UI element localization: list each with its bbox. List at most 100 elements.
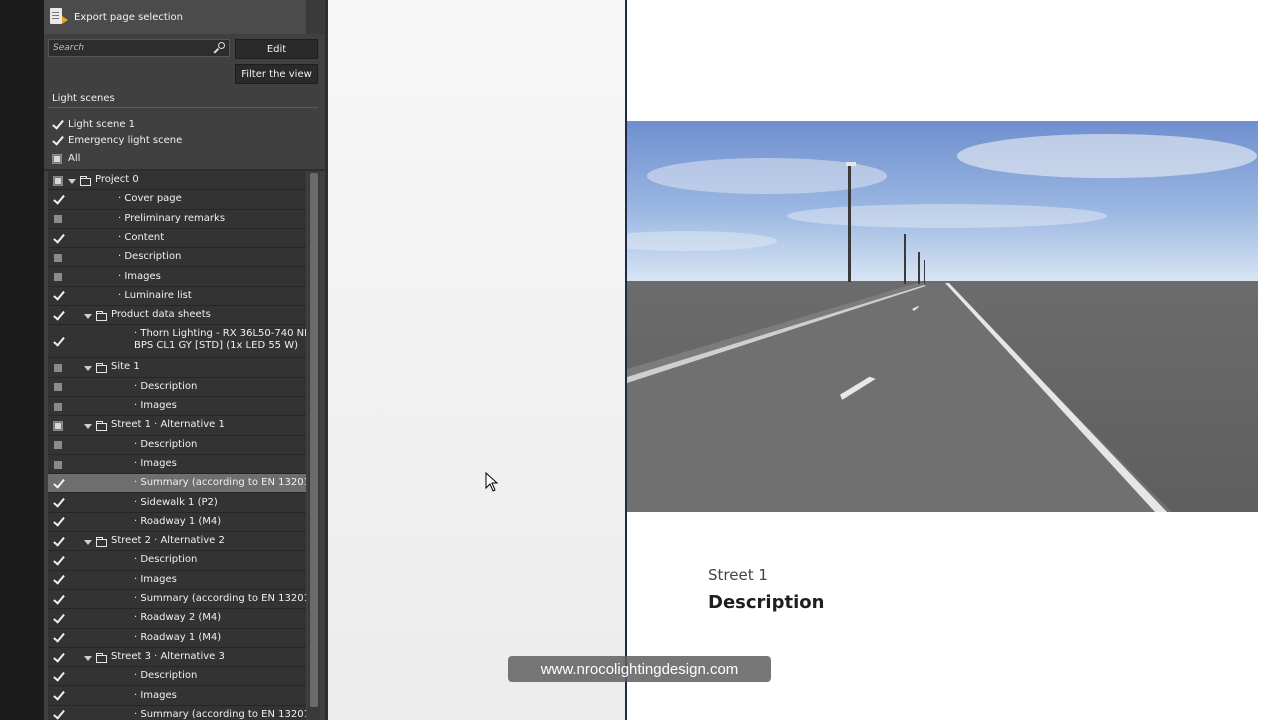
tree-item-row[interactable]: · Roadway 1 (M4) [48,629,306,648]
light-scenes-heading: Light scenes [52,93,115,104]
filter-view-button[interactable]: Filter the view [235,64,318,84]
tree-item-row[interactable]: · Description [48,436,306,455]
tree-item-row[interactable]: · Thorn Lighting - RX 36L50-740 NR BPS C… [48,325,306,359]
checkbox-checked-icon[interactable] [53,234,63,244]
light-scene-item[interactable]: Light scene 1 [52,117,135,132]
tree-item-row[interactable]: · Description [48,378,306,397]
expand-arrow-icon[interactable] [84,366,92,372]
tree-folder-row[interactable]: Project 0 [48,171,306,191]
tree-item-row[interactable]: · Preliminary remarks [48,210,306,229]
tree-item-row[interactable]: · Images [48,687,306,706]
light-scene-item[interactable]: Emergency light scene [52,133,182,148]
tree-item-row[interactable]: · Description [48,248,306,268]
checkbox-checked-icon[interactable] [53,614,63,624]
edit-button[interactable]: Edit [235,39,318,59]
left-dark-strip [0,0,44,720]
expand-arrow-icon[interactable] [84,423,92,429]
checkbox-empty-icon[interactable] [54,383,62,392]
checkbox-checked-icon[interactable] [52,120,62,130]
expand-arrow-icon[interactable] [68,178,76,184]
tree-item-row[interactable]: · Sidewalk 1 (P2) [48,494,306,513]
checkbox-checked-icon[interactable] [53,537,63,547]
checkbox-checked-icon[interactable] [53,517,63,527]
checkbox-checked-icon[interactable] [53,653,63,663]
tree-item-row[interactable]: · Description [48,667,306,687]
checkbox-checked-icon[interactable] [53,291,63,301]
checkbox-checked-icon[interactable] [53,595,63,605]
tree-row-label: · Summary (according to EN 13201:2015) [134,593,306,604]
tree-item-row[interactable]: · Summary (according to EN 13201:2015) [48,706,306,720]
tree-row-label: · Roadway 1 (M4) [134,515,222,527]
search-field[interactable] [48,39,230,57]
tree-item-row[interactable]: · Roadway 1 (M4) [48,513,306,533]
tree-row-label: · Description [134,554,198,566]
folder-icon [96,536,107,547]
expand-arrow-icon[interactable] [84,313,92,319]
export-panel: Export page selection Edit Filter the vi… [44,0,326,720]
checkbox-empty-icon[interactable] [54,253,62,262]
checkbox-empty-icon[interactable] [54,402,62,411]
tree-item-row[interactable]: · Images [48,571,306,590]
expand-arrow-icon[interactable] [84,539,92,545]
tree-folder-row[interactable]: Street 1 · Alternative 1 [48,416,306,436]
tree-item-row[interactable]: · Summary (according to EN 13201:2015) [48,590,306,610]
checkbox-partial-icon[interactable] [53,154,61,163]
folder-icon [96,310,107,321]
tree-row-label: · Images [134,573,177,585]
checkbox-empty-icon[interactable] [54,215,62,224]
checkbox-checked-icon[interactable] [53,337,63,347]
checkbox-checked-icon[interactable] [53,575,63,585]
checkbox-empty-icon[interactable] [54,460,62,469]
tree-item-row[interactable]: · Luminaire list [48,287,306,307]
search-icon[interactable] [213,42,225,54]
tree-row-label: · Description [134,438,198,450]
checkbox-checked-icon[interactable] [53,311,63,321]
checkbox-empty-icon[interactable] [54,364,62,373]
website-watermark: www.nrocolightingdesign.com [508,656,771,682]
tree-row-label: Street 2 · Alternative 2 [111,535,225,547]
tree-row-label: · Luminaire list [118,289,192,301]
tree-row-label: · Summary (according to EN 13201:2015) [134,708,306,720]
checkbox-checked-icon[interactable] [53,633,63,643]
tree-row-label: · Roadway 1 (M4) [134,631,222,643]
search-input[interactable] [49,43,213,53]
checkbox-checked-icon[interactable] [53,691,63,701]
light-scene-item[interactable]: All [52,151,80,166]
checkbox-checked-icon[interactable] [53,556,63,566]
tree-item-row[interactable]: · Images [48,397,306,417]
tree-item-row[interactable]: · Roadway 2 (M4) [48,609,306,629]
tree-row-label: · Summary (according to EN 13201:2015) [134,477,306,489]
checkbox-checked-icon[interactable] [53,479,63,489]
tree-item-row[interactable]: · Description [48,551,306,571]
expand-arrow-icon[interactable] [84,655,92,661]
export-page-selection-row[interactable]: Export page selection [44,0,306,34]
tree-scrollbar[interactable] [308,171,320,720]
checkbox-checked-icon[interactable] [53,710,63,720]
checkbox-partial-icon[interactable] [54,421,62,430]
checkbox-partial-icon[interactable] [54,176,62,185]
tree-item-row[interactable]: · Images [48,268,306,287]
checkbox-checked-icon[interactable] [52,136,62,146]
tree-scrollbar-thumb[interactable] [310,173,318,707]
tree-row-label: · Images [134,457,177,469]
tree-item-row[interactable]: · Cover page [48,190,306,210]
tree-row-label: · Images [134,689,177,701]
checkbox-checked-icon[interactable] [53,498,63,508]
tree-item-row[interactable]: · Summary (according to EN 13201:2015) [48,474,306,494]
tree-row-label: · Thorn Lighting - RX 36L50-740 NR BPS C… [134,328,306,352]
folder-icon [96,363,107,374]
tree-row-label: · Images [134,400,177,411]
checkbox-empty-icon[interactable] [54,441,62,450]
street-title: Street 1 [708,566,768,584]
tree-row-label: · Images [118,270,161,282]
tree-folder-row[interactable]: Street 3 · Alternative 3 [48,648,306,668]
tree-folder-row[interactable]: Site 1 [48,358,306,378]
checkbox-checked-icon[interactable] [53,195,63,205]
tree-row-label: Project 0 [95,174,139,185]
tree-folder-row[interactable]: Product data sheets [48,306,306,326]
tree-item-row[interactable]: · Content [48,229,306,249]
tree-folder-row[interactable]: Street 2 · Alternative 2 [48,532,306,552]
checkbox-empty-icon[interactable] [54,273,62,282]
tree-item-row[interactable]: · Images [48,455,306,475]
checkbox-checked-icon[interactable] [53,672,63,682]
